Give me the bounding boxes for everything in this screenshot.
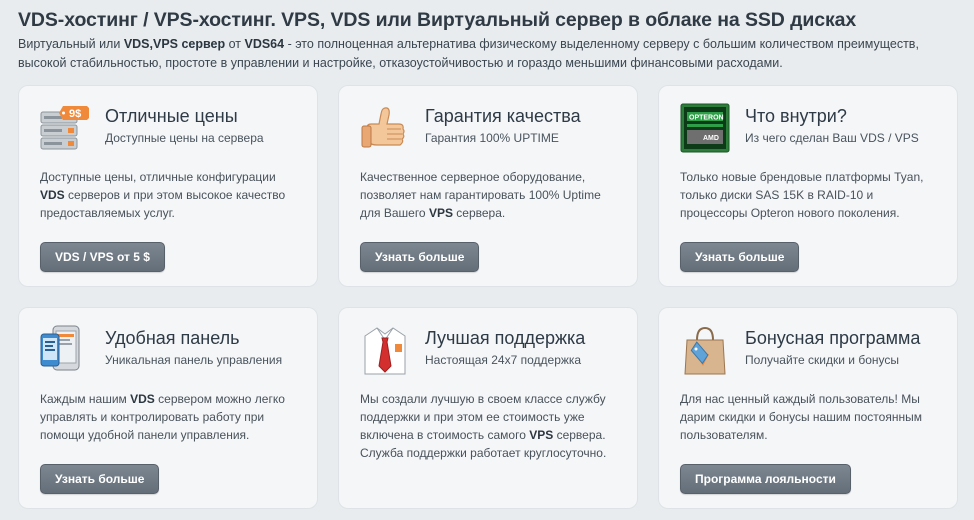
card-title: Бонусная программа (745, 328, 921, 348)
page-intro: Виртуальный или VDS,VPS сервер от VDS64 … (18, 37, 919, 70)
card-description: Качественное серверное оборудование, поз… (360, 170, 601, 220)
card-description: Мы создали лучшую в своем классе службу … (360, 392, 607, 460)
page-title: VDS-хостинг / VPS-хостинг. VPS, VDS или … (18, 9, 857, 31)
card-description: Доступные цены, отличные конфигурации VD… (40, 170, 286, 220)
card-subtitle: Уникальная панель управления (105, 353, 283, 367)
chip-vendor-text: AMD (703, 135, 719, 142)
feature-card-quality: Гарантия качества Гарантия 100% UPTIME К… (338, 85, 638, 287)
opteron-chip-icon: OPTERON AMD (679, 102, 731, 154)
card-subtitle: Получайте скидки и бонусы (745, 353, 899, 367)
card-subtitle: Гарантия 100% UPTIME (425, 131, 559, 145)
loyalty-program-button[interactable]: Программа лояльности (680, 464, 851, 494)
learn-more-panel-button[interactable]: Узнать больше (40, 464, 160, 494)
learn-more-inside-button[interactable]: Узнать больше (680, 242, 800, 272)
feature-card-inside: OPTERON AMD Что внутри? Из чего сделан В… (658, 85, 958, 287)
card-title: Лучшая поддержка (425, 328, 586, 348)
feature-card-panel: Удобная панель Уникальная панель управле… (18, 307, 318, 509)
price-tag-text: 9$ (69, 108, 81, 120)
feature-card-bonus: Бонусная программа Получайте скидки и бо… (658, 307, 958, 509)
card-title: Отличные цены (105, 106, 238, 126)
chip-brand-text: OPTERON (689, 115, 724, 122)
card-subtitle: Доступные цены на сервера (105, 131, 264, 145)
features-grid: 9$ Отличные цены Доступные цены на серве… (18, 85, 958, 509)
card-subtitle: Из чего сделан Ваш VDS / VPS (745, 131, 919, 145)
feature-card-prices: 9$ Отличные цены Доступные цены на серве… (18, 85, 318, 287)
learn-more-quality-button[interactable]: Узнать больше (360, 242, 480, 272)
card-title: Удобная панель (105, 328, 240, 348)
card-title: Гарантия качества (425, 106, 581, 126)
card-description: Каждым нашим VDS сервером можно легко уп… (40, 392, 285, 442)
vds-price-button[interactable]: VDS / VPS от 5 $ (40, 242, 165, 272)
card-description: Только новые брендовые платформы Tyan, т… (680, 170, 924, 220)
shopping-bag-icon (679, 324, 731, 376)
feature-card-support: Лучшая поддержка Настоящая 24х7 поддержк… (338, 307, 638, 509)
thumbs-up-icon (359, 102, 411, 154)
card-subtitle: Настоящая 24х7 поддержка (425, 353, 582, 367)
shirt-tie-icon (359, 324, 411, 376)
page: VDS-хостинг / VPS-хостинг. VPS, VDS или … (0, 0, 974, 73)
price-server-icon: 9$ (39, 102, 91, 154)
card-title: Что внутри? (745, 106, 847, 126)
card-description: Для нас ценный каждый пользователь! Мы д… (680, 392, 922, 442)
mobile-devices-icon (39, 324, 91, 376)
